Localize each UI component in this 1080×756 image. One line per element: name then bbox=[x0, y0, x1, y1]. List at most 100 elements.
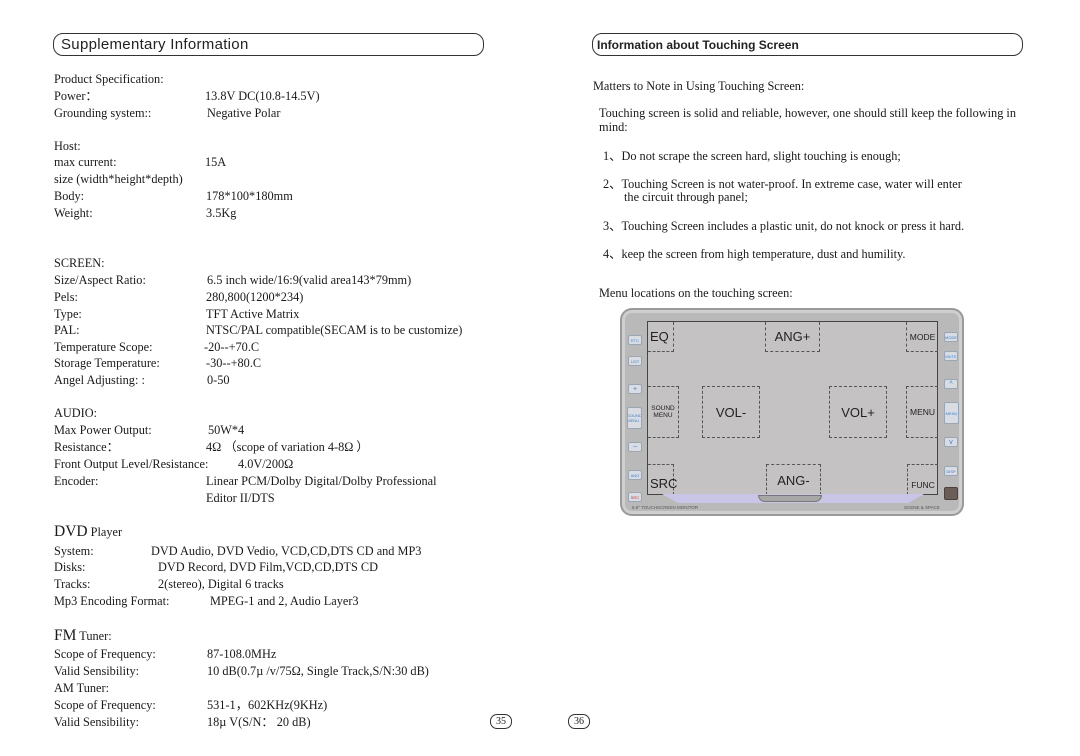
spec-label: Valid Sensibility: bbox=[54, 664, 140, 678]
spec-value: 4Ω （scope of variation 4-8Ω ） bbox=[206, 440, 369, 454]
touch-zone-menu[interactable]: MENU bbox=[906, 386, 938, 438]
dvd-title-big: DVD bbox=[54, 523, 88, 540]
spec-value: DVD Record, DVD Film,VCD,CD,DTS CD bbox=[158, 560, 378, 574]
spec-label: Encoder: bbox=[54, 474, 99, 488]
side-button-ang[interactable]: ANG bbox=[628, 470, 642, 480]
spec-label: size (width*height*depth) bbox=[54, 172, 183, 186]
page-number: 36 bbox=[568, 714, 590, 729]
spec-label: max current: bbox=[54, 155, 117, 169]
spec-value: -20--+70.C bbox=[204, 340, 260, 354]
note-text: Touching Screen is not water-proof. In e… bbox=[621, 177, 962, 191]
brand-plate bbox=[758, 495, 822, 502]
spec-value: Editor II/DTS bbox=[206, 491, 275, 505]
spec-label: Resistance： bbox=[54, 440, 119, 454]
spec-value: 13.8V DC(10.8-14.5V) bbox=[205, 89, 320, 103]
spec-value: NTSC/PAL compatible(SECAM is to be custo… bbox=[206, 323, 463, 337]
side-button-list[interactable]: LIST bbox=[628, 356, 642, 366]
spec-value: 50W*4 bbox=[208, 423, 245, 437]
side-button-sound-menu[interactable]: SOUND MENU bbox=[627, 407, 642, 429]
touch-zone-eq[interactable]: EQ bbox=[648, 322, 674, 352]
spec-value: 4.0V/200Ω bbox=[238, 457, 294, 471]
screen-title: SCREEN: bbox=[54, 256, 105, 270]
note-number: 4、 bbox=[603, 247, 622, 261]
side-button-up[interactable]: ^ bbox=[944, 379, 958, 389]
side-button-src[interactable]: SRC bbox=[628, 492, 642, 502]
device-model-caption: 6.5" TOUCHSCREEN MONITOR bbox=[632, 505, 699, 510]
side-button-mode[interactable]: MODE bbox=[944, 332, 958, 342]
spec-value: Linear PCM/Dolby Digital/Dolby Professio… bbox=[206, 474, 437, 488]
touch-screen-area: EQ ANG+ MODE SOUND MENU VOL- VOL+ MENU S… bbox=[647, 321, 938, 495]
note-text: Do not scrape the screen hard, slight to… bbox=[621, 149, 901, 163]
fm-title: FM Tuner: bbox=[54, 628, 112, 644]
spec-label: System: bbox=[54, 544, 94, 558]
spec-value: 15A bbox=[205, 155, 227, 169]
spec-label: Valid Sensibility: bbox=[54, 715, 140, 729]
spec-value: 0-50 bbox=[207, 373, 230, 387]
touch-zone-func[interactable]: FUNC bbox=[907, 464, 938, 495]
spec-value: -30--+80.C bbox=[206, 356, 262, 370]
spec-value: 178*100*180mm bbox=[206, 189, 293, 203]
spec-label: Body: bbox=[54, 189, 85, 203]
device-brand-caption: SCENE & SPACE bbox=[904, 505, 940, 510]
note-number: 1、 bbox=[603, 149, 622, 163]
power-button[interactable] bbox=[944, 487, 958, 500]
touch-zone-ang-minus[interactable]: ANG- bbox=[766, 464, 821, 495]
spec-label: Pels: bbox=[54, 290, 78, 304]
spec-label: Max Power Output: bbox=[54, 423, 152, 437]
spec-label: Temperature Scope: bbox=[54, 340, 153, 354]
intro-text: Matters to Note in Using Touching Screen… bbox=[593, 79, 805, 93]
note-item: 2、Touching Screen is not water-proof. In… bbox=[603, 177, 962, 191]
note-item: 3、Touching Screen includes a plastic uni… bbox=[603, 219, 964, 233]
side-button-down[interactable]: v bbox=[944, 437, 958, 447]
audio-title: AUDIO: bbox=[54, 406, 98, 420]
right-page: Information about Touching Screen Matter… bbox=[540, 0, 1080, 756]
zone-label: MENU bbox=[653, 412, 673, 419]
spec-value: 18µ V(S/N： 20 dB) bbox=[207, 715, 311, 729]
note-item: 1、Do not scrape the screen hard, slight … bbox=[603, 149, 901, 163]
host-title: Host: bbox=[54, 139, 81, 153]
dvd-title-small: Player bbox=[90, 525, 123, 539]
note-text-continued: the circuit through panel; bbox=[624, 190, 748, 204]
fm-title-big: FM bbox=[54, 627, 77, 644]
am-title: AM Tuner: bbox=[54, 681, 110, 695]
touch-zone-ang-plus[interactable]: ANG+ bbox=[765, 322, 820, 352]
spec-value: 531-1，602KHz(9KHz) bbox=[207, 698, 328, 712]
zone-label: SOUND bbox=[651, 405, 675, 412]
spec-value: Negative Polar bbox=[207, 106, 281, 120]
spec-value: 2(stereo), Digital 6 tracks bbox=[158, 577, 284, 591]
touch-zone-src[interactable]: SRC bbox=[648, 464, 677, 495]
lead-text: Touching screen is solid and reliable, h… bbox=[599, 106, 1016, 134]
product-spec-title: Product Specification: bbox=[54, 72, 164, 86]
side-button-menu[interactable]: MENU bbox=[944, 402, 959, 424]
spec-label: Mp3 Encoding Format: bbox=[54, 594, 170, 608]
header-title: Supplementary Information bbox=[61, 36, 249, 53]
touch-zone-mode[interactable]: MODE bbox=[906, 322, 938, 352]
left-page: Supplementary Information Product Specif… bbox=[0, 0, 540, 756]
touch-zone-vol-plus[interactable]: VOL+ bbox=[829, 386, 887, 438]
side-button-mute[interactable]: MUTE bbox=[944, 351, 958, 361]
note-number: 3、 bbox=[603, 219, 622, 233]
touching-screen-header: Information about Touching Screen bbox=[592, 33, 1023, 56]
touch-zone-sound-menu[interactable]: SOUND MENU bbox=[648, 386, 679, 438]
spec-value: 87-108.0MHz bbox=[207, 647, 277, 661]
side-button-etc[interactable]: ETC bbox=[628, 335, 642, 345]
spec-value: DVD Audio, DVD Vedio, VCD,CD,DTS CD and … bbox=[151, 544, 422, 558]
page-number: 35 bbox=[490, 714, 512, 729]
touch-zone-vol-minus[interactable]: VOL- bbox=[702, 386, 760, 438]
supplementary-info-header: Supplementary Information bbox=[53, 33, 484, 56]
spec-label: Tracks: bbox=[54, 577, 91, 591]
spec-label: PAL: bbox=[54, 323, 80, 337]
note-text: Touching Screen includes a plastic unit,… bbox=[621, 219, 965, 233]
spec-label: Power： bbox=[54, 89, 98, 103]
spec-label: Scope of Frequency: bbox=[54, 698, 156, 712]
fm-title-small: Tuner: bbox=[79, 629, 112, 643]
side-button-plus[interactable]: + bbox=[628, 384, 642, 394]
spec-value: 10 dB(0.7µ /v/75Ω, Single Track,S/N:30 d… bbox=[207, 664, 429, 678]
spec-label: Weight: bbox=[54, 206, 93, 220]
side-button-minus[interactable]: − bbox=[628, 442, 642, 452]
note-number: 2、 bbox=[603, 177, 622, 191]
spec-label: Scope of Frequency: bbox=[54, 647, 156, 661]
spec-value: TFT Active Matrix bbox=[206, 307, 300, 321]
side-button-disp[interactable]: DISP bbox=[944, 466, 958, 476]
header-title: Information about Touching Screen bbox=[597, 37, 799, 52]
